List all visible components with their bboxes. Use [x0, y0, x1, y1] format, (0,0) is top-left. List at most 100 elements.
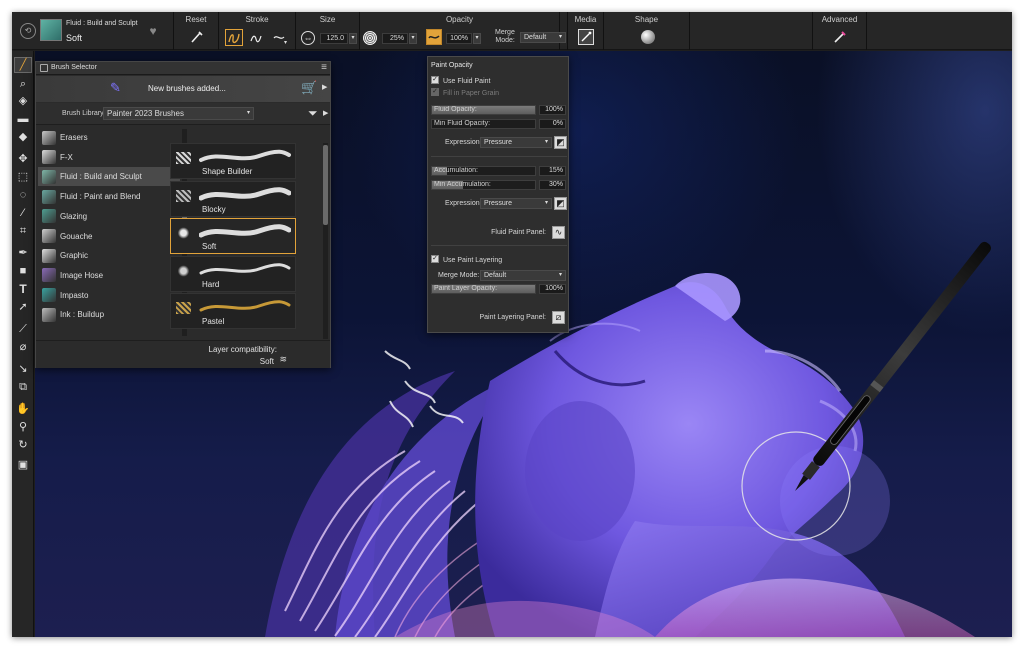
brush-category-item[interactable]: F-X	[38, 148, 180, 167]
brush-category-item[interactable]: Glazing	[38, 207, 180, 226]
invert-expression-button-2[interactable]: ◩	[554, 197, 567, 210]
filter-arrow-icon[interactable]: ▶	[323, 109, 328, 117]
transform-tool[interactable]: ✥	[14, 151, 32, 167]
expression-select[interactable]: Pressure ▾	[480, 137, 552, 148]
paint-bucket-icon: ◈	[18, 94, 28, 107]
freehand-stroke-button[interactable]	[225, 29, 243, 46]
brush-variant-item[interactable]: Shape Builder	[170, 143, 296, 179]
brush-category-item[interactable]: Erasers	[38, 128, 180, 147]
pen-tool[interactable]: ✒	[14, 245, 32, 261]
rect-select-tool[interactable]: ⬚	[14, 169, 32, 185]
expression-select-2[interactable]: Pressure ▾	[480, 198, 552, 209]
magic-wand-tool[interactable]: ⁄	[14, 205, 32, 221]
brush-category-item[interactable]: Fluid : Build and Sculpt	[38, 167, 180, 187]
brush-category-icon[interactable]	[40, 19, 62, 41]
fluid-opacity-slider[interactable]: Fluid Opacity:	[431, 105, 536, 115]
variant-scrollbar[interactable]	[323, 143, 328, 339]
straight-stroke-button[interactable]	[247, 29, 265, 46]
paint-layer-opacity-slider[interactable]: Paint Layer Opacity:	[431, 284, 536, 294]
merge-mode-select[interactable]: Default ▾	[520, 32, 566, 43]
navigator-tool[interactable]: ▣	[14, 457, 32, 473]
paint-opacity-button[interactable]	[426, 29, 442, 45]
min-fluid-opacity-slider[interactable]: Min Fluid Opacity:	[431, 119, 536, 129]
paint-layering-panel-button[interactable]: ⧄	[552, 311, 565, 324]
brush-variant-item[interactable]: Hard	[170, 255, 296, 292]
variant-scroll-thumb[interactable]	[323, 145, 328, 225]
brush-category-label: Impasto	[60, 290, 89, 300]
use-fluid-paint-checkbox[interactable]: ✓	[431, 76, 439, 85]
grabber-tool[interactable]: ✋	[14, 401, 32, 417]
smudge-tool[interactable]: ⟋	[14, 321, 32, 337]
layer-adjuster-tool[interactable]: ➚	[14, 299, 32, 315]
use-fluid-paint-row[interactable]: ✓ Use Fluid Paint	[431, 76, 567, 87]
text-tool[interactable]: T	[14, 281, 32, 297]
dropper-tool[interactable]: ⌕	[14, 76, 32, 92]
accumulation-value[interactable]: 15%	[539, 166, 566, 176]
brush-category-item[interactable]: Graphic	[38, 246, 180, 265]
brush-category-item[interactable]: Ink : Buildup	[38, 305, 180, 324]
shape-tool[interactable]: ■	[14, 263, 32, 279]
size-icon[interactable]: ⇔	[301, 31, 315, 45]
clone-tool[interactable]: ⧉	[14, 379, 32, 395]
cart-icon[interactable]: 🛒	[301, 81, 317, 95]
brush-selector-titlebar[interactable]: Brush Selector ≡	[36, 62, 330, 75]
brush-icon: ╱	[19, 58, 27, 71]
shape-dab-icon[interactable]	[641, 30, 655, 44]
min-accumulation-value[interactable]: 30%	[539, 180, 566, 190]
merge-mode-select[interactable]: Default ▾	[480, 270, 566, 281]
paint-layer-opacity-value[interactable]: 100%	[539, 284, 566, 294]
brush-category-item[interactable]: Impasto	[38, 286, 180, 305]
reset-brush-icon	[191, 31, 203, 43]
fluid-paint-panel-button[interactable]: ∿	[552, 226, 565, 239]
brush-tool[interactable]: ╱	[14, 57, 32, 73]
opacity-field[interactable]: 100%	[446, 33, 472, 44]
softness-icon[interactable]	[363, 31, 377, 45]
dodge-icon: ↘	[18, 362, 28, 375]
accumulation-slider[interactable]: Accumulation:	[431, 166, 536, 176]
brush-library-select[interactable]: Painter 2023 Brushes ▾	[103, 107, 254, 120]
brush-variant-label: Soft	[202, 242, 217, 251]
dodge-tool[interactable]: ↘	[14, 361, 32, 377]
use-paint-layering-row[interactable]: ✓ Use Paint Layering	[431, 255, 567, 266]
fill-rect-tool[interactable]: ▬	[14, 111, 32, 127]
stroke-type-button[interactable]: ▾	[271, 29, 289, 46]
brush-stroke-preview	[198, 186, 292, 203]
brush-category-item[interactable]: Fluid : Paint and Blend	[38, 187, 180, 206]
blender-tool[interactable]: ⌀	[14, 339, 32, 355]
new-brushes-banner[interactable]: ✎ New brushes added... 🛒 ▶	[36, 76, 330, 102]
reset-tool-icon[interactable]: ⟲	[20, 23, 36, 39]
smudge-icon: ⟋	[19, 322, 27, 335]
size-dropdown[interactable]: ▾	[349, 33, 357, 44]
stroke-section: Stroke ▾	[219, 12, 296, 50]
panel-menu-icon[interactable]: ≡	[321, 62, 327, 74]
softness-dropdown[interactable]: ▾	[409, 33, 417, 44]
brush-variant-label: Blocky	[202, 204, 226, 214]
brush-variant-item[interactable]: Pastel	[170, 293, 296, 329]
brush-variant-item[interactable]: Soft	[170, 218, 296, 254]
size-field[interactable]: 125.0	[320, 33, 348, 44]
filter-icon[interactable]: ⏷	[308, 106, 318, 120]
crop-tool[interactable]: ⌗	[14, 223, 32, 239]
brush-variant-item[interactable]: Blocky	[170, 180, 296, 217]
paint-bucket-tool[interactable]: ◈	[14, 93, 32, 109]
reset-brush-button[interactable]	[188, 29, 206, 45]
min-fluid-opacity-value[interactable]: 0%	[539, 119, 566, 129]
lasso-tool[interactable]: ◌	[14, 187, 32, 203]
media-section: Media	[567, 12, 604, 50]
min-accumulation-slider[interactable]: Min Accumulation:	[431, 180, 536, 190]
advanced-button[interactable]	[831, 29, 849, 45]
brush-category-item[interactable]: Image Hose	[38, 266, 180, 285]
use-paint-layering-checkbox[interactable]: ✓	[431, 255, 439, 264]
invert-expression-button[interactable]: ◩	[554, 136, 567, 149]
heart-icon[interactable]: ♥	[146, 25, 160, 37]
opacity-dropdown[interactable]: ▾	[473, 33, 481, 44]
banner-arrow-icon[interactable]: ▶	[322, 83, 327, 91]
rotate-tool[interactable]: ↻	[14, 437, 32, 453]
brush-category-item[interactable]: Gouache	[38, 227, 180, 246]
fluid-opacity-value[interactable]: 100%	[539, 105, 566, 115]
fluid-paint-panel-label: Fluid Paint Panel:	[491, 229, 546, 236]
media-button[interactable]	[578, 29, 594, 45]
eraser-tool[interactable]: ◆	[14, 129, 32, 145]
softness-field[interactable]: 25%	[382, 33, 408, 44]
magnifier-tool[interactable]: ⚲	[14, 419, 32, 435]
